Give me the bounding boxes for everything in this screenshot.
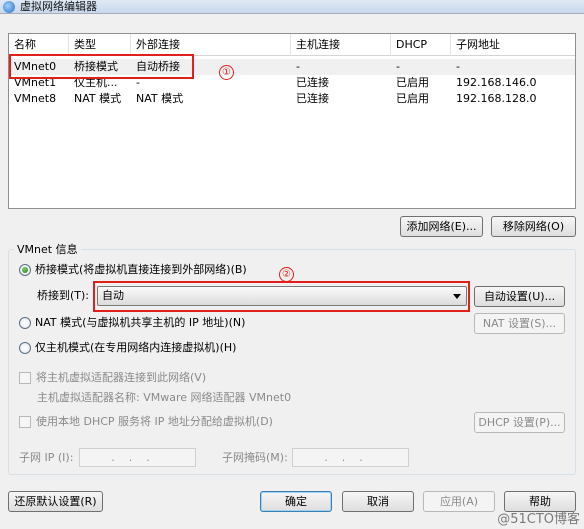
subnet-ip-label: 子网 IP (I): [19, 451, 74, 464]
cell-host: 已连接 [296, 92, 329, 105]
subnet-mask-label: 子网掩码(M): [222, 451, 288, 464]
window-title: 虚拟网络编辑器 [20, 0, 97, 13]
column-header-dhcp[interactable]: DHCP [391, 34, 451, 56]
cell-dhcp: 已启用 [396, 76, 429, 89]
use-dhcp-label: 使用本地 DHCP 服务将 IP 地址分配给虚拟机(D) [36, 415, 273, 428]
help-button[interactable]: 帮助 [504, 491, 576, 512]
cell-external: NAT 模式 [136, 92, 184, 105]
cell-name: VMnet0 [14, 60, 57, 73]
table-row[interactable]: VMnet8 NAT 模式 NAT 模式 已连接 已启用 192.168.128… [9, 91, 575, 107]
connect-adapter-label: 将主机虚拟适配器连接到此网络(V) [36, 371, 207, 384]
apply-button[interactable]: 应用(A) [423, 491, 495, 512]
annotation-marker-2: ② [279, 267, 294, 282]
cancel-button[interactable]: 取消 [342, 491, 414, 512]
remove-network-button[interactable]: 移除网络(O) [491, 216, 576, 237]
subnet-mask-input[interactable]: ... [292, 448, 409, 467]
radio-unchecked-icon[interactable] [19, 317, 31, 329]
annotation-marker-1: ① [219, 65, 234, 80]
checkbox-icon[interactable] [19, 372, 31, 384]
cell-subnet: - [456, 60, 460, 73]
cell-type: 仅主机... [74, 76, 118, 89]
column-header-host[interactable]: 主机连接 [291, 34, 391, 56]
checkbox-icon[interactable] [19, 416, 31, 428]
cell-dhcp: - [396, 60, 400, 73]
adapter-name-label: 主机虚拟适配器名称: VMware 网络适配器 VMnet0 [37, 391, 292, 404]
cell-type: 桥接模式 [74, 60, 118, 73]
cell-name: VMnet8 [14, 92, 57, 105]
title-bar: 虚拟网络编辑器 [0, 0, 584, 14]
table-row[interactable]: VMnet0 桥接模式 自动桥接 - - - [9, 59, 575, 75]
network-icon [3, 1, 15, 13]
cell-external: 自动桥接 [136, 60, 180, 73]
cell-external: - [136, 76, 140, 89]
radio-unchecked-icon[interactable] [19, 342, 31, 354]
nat-mode-label: NAT 模式(与虚拟机共享主机的 IP 地址)(N) [35, 316, 246, 329]
cell-subnet: 192.168.128.0 [456, 92, 537, 105]
bridge-to-select[interactable]: 自动 [97, 286, 467, 306]
cell-name: VMnet1 [14, 76, 57, 89]
chevron-down-icon[interactable] [453, 294, 461, 299]
radio-checked-icon[interactable] [19, 264, 31, 276]
host-only-label: 仅主机模式(在专用网络内连接虚拟机)(H) [35, 341, 237, 354]
cell-host: - [296, 60, 300, 73]
column-header-subnet[interactable]: 子网地址 [451, 34, 577, 56]
restore-defaults-button[interactable]: 还原默认设置(R) [8, 491, 103, 512]
watermark: @51CTO博客 [497, 512, 580, 527]
auto-settings-button[interactable]: 自动设置(U)... [474, 286, 565, 307]
cell-subnet: 192.168.146.0 [456, 76, 537, 89]
add-network-button[interactable]: 添加网络(E)... [400, 216, 483, 237]
bridge-to-label: 桥接到(T): [37, 289, 90, 302]
table-row[interactable]: VMnet1 仅主机... - 已连接 已启用 192.168.146.0 [9, 75, 575, 91]
network-table[interactable]: 名称 类型 外部连接 主机连接 DHCP 子网地址 VMnet0 桥接模式 自动… [8, 33, 576, 209]
bridged-mode-label: 桥接模式(将虚拟机直接连接到外部网络)(B) [35, 263, 247, 276]
column-header-name[interactable]: 名称 [9, 34, 69, 56]
bridge-to-value: 自动 [102, 289, 124, 302]
column-header-type[interactable]: 类型 [69, 34, 131, 56]
cell-dhcp: 已启用 [396, 92, 429, 105]
subnet-ip-input[interactable]: ... [79, 448, 196, 467]
cell-type: NAT 模式 [74, 92, 122, 105]
vmnet-info-group [8, 249, 576, 475]
vmnet-info-label: VMnet 信息 [14, 243, 81, 256]
column-header-external[interactable]: 外部连接 [131, 34, 291, 56]
table-header: 名称 类型 外部连接 主机连接 DHCP 子网地址 [9, 34, 575, 56]
ok-button[interactable]: 确定 [260, 491, 332, 512]
dhcp-settings-button[interactable]: DHCP 设置(P)... [474, 412, 565, 433]
cell-host: 已连接 [296, 76, 329, 89]
nat-settings-button[interactable]: NAT 设置(S)... [474, 313, 565, 334]
